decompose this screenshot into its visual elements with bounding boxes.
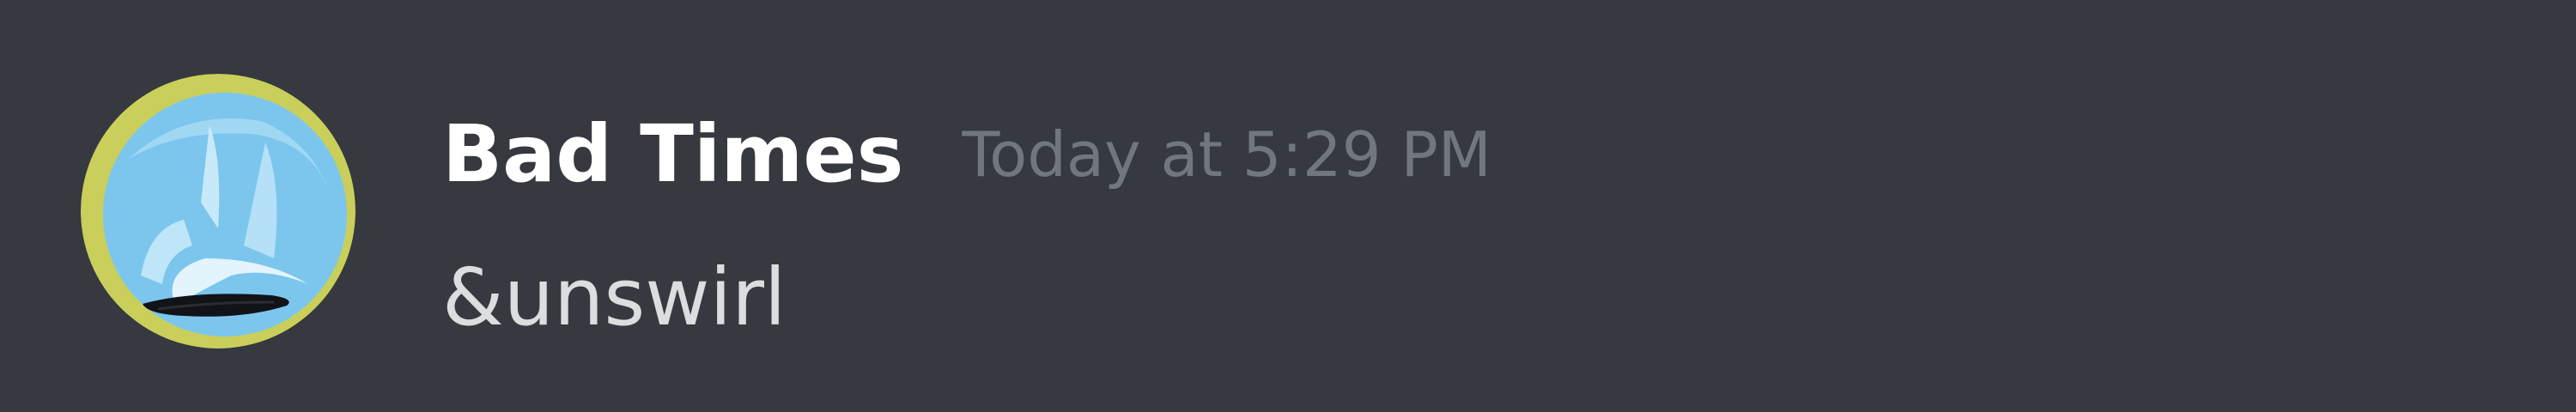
- avatar[interactable]: [81, 74, 355, 348]
- timestamp: Today at 5:29 PM: [962, 118, 1492, 191]
- message-header: Bad Times Today at 5:29 PM: [442, 94, 1492, 215]
- username[interactable]: Bad Times: [442, 94, 903, 215]
- chat-message: Bad Times Today at 5:29 PM &unswirl: [0, 0, 2576, 412]
- message-content: &unswirl: [442, 251, 787, 343]
- avatar-image: [81, 74, 355, 348]
